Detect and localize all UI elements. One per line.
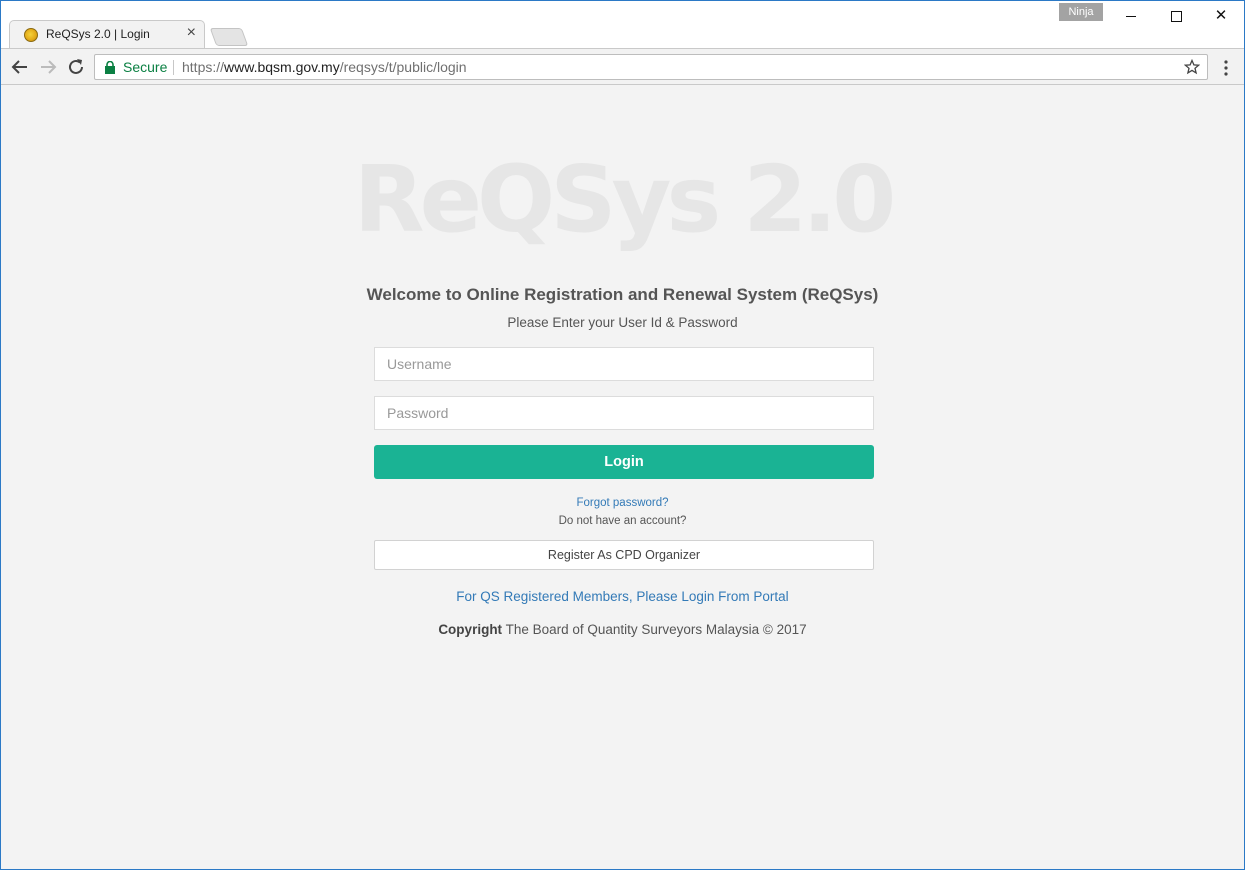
browser-toolbar: Secure https://www.bqsm.gov.my/reqsys/t/… — [1, 48, 1244, 85]
portal-login-link[interactable]: For QS Registered Members, Please Login … — [1, 589, 1244, 604]
profile-badge[interactable]: Ninja — [1059, 3, 1103, 21]
browser-tab[interactable]: ReQSys 2.0 | Login × — [9, 20, 205, 49]
forward-arrow-icon[interactable] — [37, 56, 59, 78]
login-button[interactable]: Login — [374, 445, 874, 479]
reload-icon[interactable] — [65, 56, 87, 78]
forgot-password-link[interactable]: Forgot password? — [1, 497, 1244, 509]
reqsys-logo-text: ReQSys 2.0 — [353, 146, 896, 253]
lock-icon — [105, 61, 115, 74]
portal-login-link-label: For QS Registered Members, Please Login … — [456, 589, 789, 604]
no-account-text: Do not have an account? — [558, 515, 687, 527]
minimize-icon — [1126, 15, 1136, 17]
tab-title: ReQSys 2.0 | Login — [46, 27, 150, 41]
back-arrow-icon[interactable] — [9, 56, 31, 78]
copyright-label: Copyright — [438, 622, 503, 637]
address-divider — [173, 60, 174, 75]
close-window-button[interactable]: ✕ — [1199, 3, 1243, 29]
welcome-heading: Welcome to Online Registration and Renew… — [366, 285, 879, 304]
copyright-footer: Copyright The Board of Quantity Surveyor… — [1, 622, 1244, 637]
login-subtitle: Please Enter your User Id & Password — [507, 315, 738, 330]
new-tab-button[interactable] — [209, 28, 249, 46]
bookmark-star-icon[interactable] — [1184, 59, 1200, 75]
secure-label: Secure — [123, 59, 168, 75]
username-input[interactable] — [374, 347, 874, 381]
url-host: www.bqsm.gov.my — [224, 59, 340, 75]
site-favicon-icon — [24, 28, 38, 42]
minimize-button[interactable] — [1109, 3, 1153, 29]
password-input[interactable] — [374, 396, 874, 430]
login-page: ReQSys 2.0 Welcome to Online Registratio… — [1, 86, 1244, 869]
browser-window: ReQSys 2.0 | Login × Ninja ✕ Secure http… — [0, 0, 1245, 870]
url-scheme: https:// — [182, 59, 225, 75]
register-cpd-organizer-button[interactable]: Register As CPD Organizer — [374, 540, 874, 570]
url-text[interactable]: https://www.bqsm.gov.my/reqsys/t/public/… — [182, 59, 467, 75]
maximize-icon — [1170, 10, 1182, 22]
copyright-text: The Board of Quantity Surveyors Malaysia… — [502, 622, 807, 637]
title-bar: ReQSys 2.0 | Login × Ninja ✕ — [1, 1, 1244, 49]
tab-close-icon[interactable]: × — [187, 24, 196, 42]
browser-menu-icon[interactable] — [1221, 59, 1231, 77]
address-bar[interactable]: Secure https://www.bqsm.gov.my/reqsys/t/… — [94, 54, 1208, 80]
maximize-button[interactable] — [1154, 3, 1198, 29]
url-path: /reqsys/t/public/login — [339, 59, 467, 75]
